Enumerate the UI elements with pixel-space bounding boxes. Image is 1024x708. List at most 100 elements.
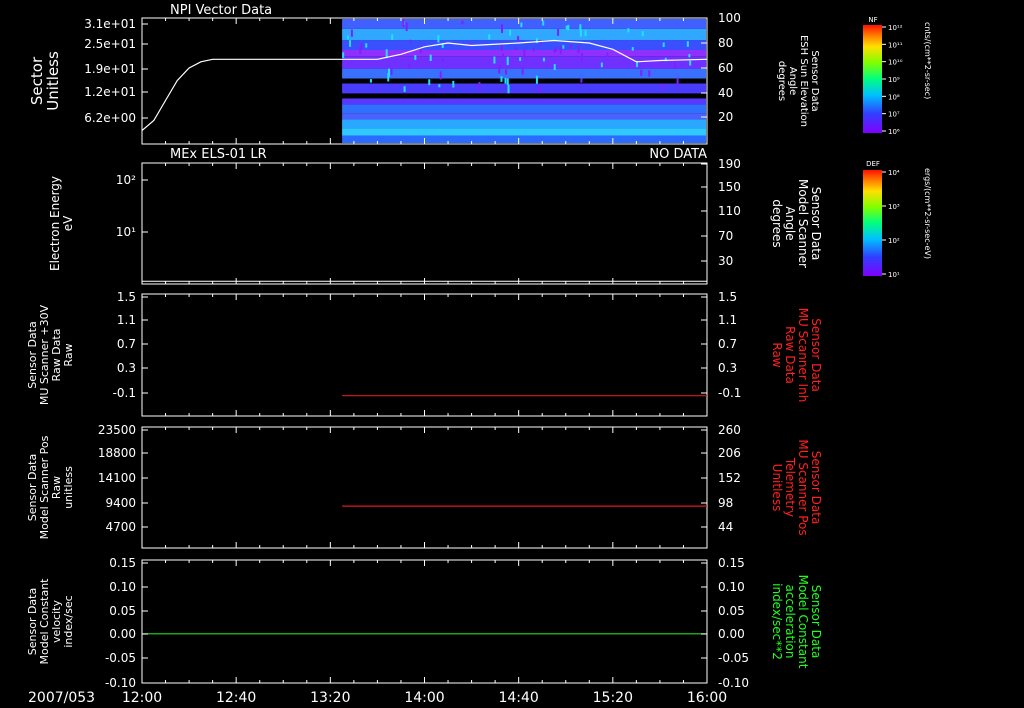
colorbar-tick-label: 10¹¹ [888,41,903,49]
heatmap-cell [521,66,524,75]
heatmap-cell [509,29,512,36]
left-tick-label: 0.3 [117,361,136,375]
heatmap-band [342,40,706,50]
heatmap-cell [517,36,520,42]
npi-panel: NPI Vector Data [141,3,708,145]
right-axis-label: Sensor Data [809,451,823,525]
left-tick-label: 0.7 [117,337,136,351]
left-tick-label: 23500 [98,423,136,437]
heatmap-cell [542,20,545,26]
heatmap-cell [414,54,417,60]
right-tick-label: -0.10 [718,676,749,690]
heatmap-cell [689,60,692,66]
right-tick-label: 80 [718,36,733,50]
right-tick-label: 0.05 [718,604,745,618]
heatmap-cell [439,71,442,80]
heatmap-band [342,78,706,84]
heatmap-cell [498,64,501,74]
heatmap-cell [500,76,503,82]
colorbar-tick-label: 10¹² [888,24,903,32]
left-axis-label: Electron Energy [48,176,62,271]
time-tick-label: 15:20 [593,690,633,706]
heatmap-cell [577,45,580,54]
right-axis-label: degrees [776,61,787,101]
heatmap-cell [688,54,691,58]
heatmap-band [342,19,706,29]
right-tick-label: 100 [718,11,741,25]
npi-panel-title: NPI Vector Data [170,3,272,18]
right-axis-label: acceleration [783,585,797,659]
right-tick-label: 0.10 [718,580,745,594]
heatmap-cell [502,53,505,58]
left-tick-label: 18800 [98,446,136,460]
left-tick-label: 2.5e+01 [84,37,136,51]
heatmap-cell [523,49,526,58]
heatmap-cell [402,19,405,28]
left-tick-label: -0.05 [105,651,136,665]
right-axis-label: Raw Data [783,326,797,384]
heatmap-cell [360,42,363,49]
time-tick-label: 13:20 [310,690,350,706]
colorbar-tick-label: 10¹⁰ [888,59,903,67]
left-axis-label: index/sec [62,595,75,647]
velocity-panel [141,559,708,684]
right-axis-label: MU Scanner Inh [796,308,810,403]
heatmap-cell [539,41,542,46]
left-tick-label: 4700 [105,520,136,534]
nf-colorbar: NF 10¹² 10¹¹ 10¹⁰ 10⁹ 10⁸ 10⁷ 10⁶ cnts/(cm**2-… [863,16,932,136]
heatmap-cell [674,61,677,69]
nf-colorbar-ticks: 10¹² 10¹¹ 10¹⁰ 10⁹ 10⁸ 10⁷ 10⁶ [882,24,903,136]
left-tick-label: -0.10 [105,676,136,690]
heatmap-cell [606,52,609,57]
left-tick-label: 10¹ [116,225,136,239]
time-tick-label: 14:40 [498,690,538,706]
scanner-pos-plot-frame [141,426,708,549]
right-tick-label: 1.1 [718,313,737,327]
nf-colorbar-name: NF [868,16,877,24]
heatmap-cell [584,29,587,37]
heatmap-cell [648,70,651,77]
heatmap-cell [600,62,603,68]
right-axis-label: Angle [783,206,797,240]
right-tick-label: -0.1 [718,386,741,400]
heatmap-band [342,28,706,41]
colorbar-tick-label: 10⁹ [888,76,900,84]
left-axis-label: eV [61,215,75,231]
heatmap-cell [461,20,464,25]
heatmap-cell [553,49,556,53]
heatmap-cell [438,84,441,88]
heatmap-cell [390,68,393,75]
heatmap-cell [535,75,538,84]
left-axis-label: Raw [62,343,75,366]
colorbar-tick-label: 10⁸ [888,93,900,101]
time-tick-label: 16:00 [687,690,727,706]
heatmap-cell [507,84,510,94]
heatmap-cell [519,57,522,61]
right-tick-label: -0.05 [718,651,749,665]
right-tick-label: 60 [718,61,733,75]
heatmap-cell [505,69,508,75]
heatmap-cell [565,25,568,30]
left-tick-label: 0.05 [109,604,136,618]
right-tick-label: 0.7 [718,337,737,351]
def-colorbar: DEF 10⁴ 10³ 10² 10¹ ergs/(cm**2-sr-sec-eV) [863,160,932,279]
heatmap-band [342,98,706,105]
def-colorbar-swatch [863,170,882,276]
heatmap-cell [437,35,440,43]
heatmap-band [342,119,706,129]
colorbar-tick-label: 10⁴ [888,169,900,177]
time-tick-label: 14:00 [404,690,444,706]
els-plot-frame [141,162,708,285]
heatmap-cell [640,69,643,76]
heatmap-cell [520,22,523,28]
right-axis-label: ESH Sun Elevation [798,35,809,127]
heatmap-cell [559,46,562,54]
heatmap-cell [579,29,582,37]
left-tick-label: 0.10 [109,580,136,594]
left-tick-label: 6.2e+00 [84,111,136,125]
heatmap-cell [538,86,541,94]
left-tick-label: 0.00 [109,627,136,641]
heatmap-cell [369,79,372,83]
left-tick-label: 1.2e+01 [84,85,136,99]
heatmap-cell [686,41,689,47]
